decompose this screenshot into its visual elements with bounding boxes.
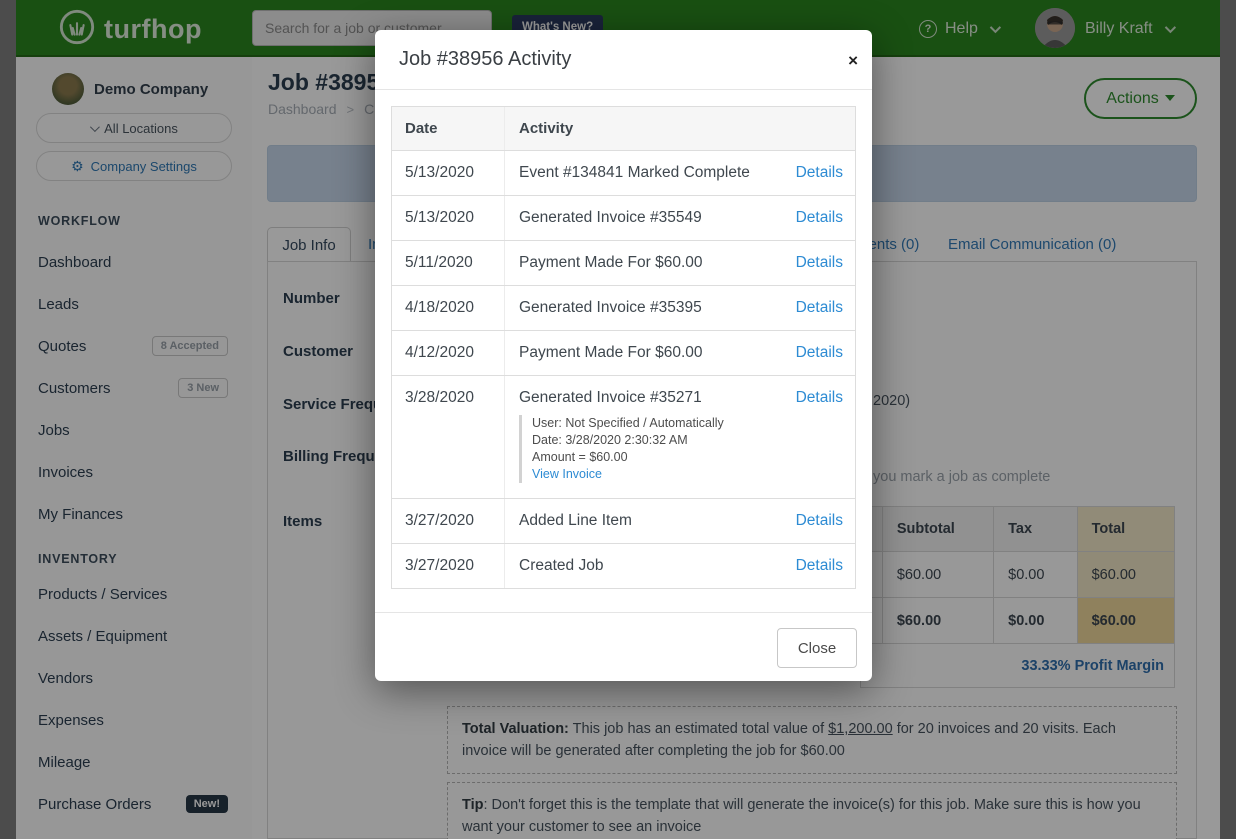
activity-row: 5/13/2020 Event #134841 Marked Complete De…	[392, 150, 855, 195]
view-invoice-link[interactable]: View Invoice	[532, 466, 843, 483]
activity-text: Event #134841 Marked Complete	[519, 164, 750, 182]
activity-table-header-row: DateActivity	[392, 107, 855, 150]
activity-line: Generated Invoice #35395 Details	[519, 299, 843, 317]
modal-footer: Close	[375, 612, 872, 681]
activity-line: Added Line Item Details	[519, 512, 843, 530]
details-link[interactable]: Details	[796, 299, 843, 317]
details-link[interactable]: Details	[796, 389, 843, 407]
activity-date: 5/11/2020	[392, 241, 505, 285]
activity-header-date: Date	[392, 107, 505, 150]
activity-date: 5/13/2020	[392, 151, 505, 195]
details-link[interactable]: Details	[796, 254, 843, 272]
activity-line: Generated Invoice #35271 Details	[519, 389, 843, 407]
close-button[interactable]: Close	[777, 628, 857, 668]
activity-row: 3/27/2020 Created Job Details	[392, 543, 855, 588]
details-link[interactable]: Details	[796, 344, 843, 362]
activity-row: 3/28/2020 Generated Invoice #35271 Details…	[392, 375, 855, 498]
activity-line: Created Job Details	[519, 557, 843, 575]
activity-text: Added Line Item	[519, 512, 632, 530]
modal-header: Job #38956 Activity ×	[375, 30, 872, 90]
activity-row: 3/27/2020 Added Line Item Details	[392, 498, 855, 543]
activity-detail-line: Date: 3/28/2020 2:30:32 AM	[532, 432, 843, 449]
activity-row: 4/12/2020 Payment Made For $60.00 Details	[392, 330, 855, 375]
activity-cell: Payment Made For $60.00 Details	[505, 241, 855, 285]
activity-details-block: User: Not Specified / AutomaticallyDate:…	[519, 415, 843, 483]
activity-row: 4/18/2020 Generated Invoice #35395 Details	[392, 285, 855, 330]
activity-line: Event #134841 Marked Complete Details	[519, 164, 843, 182]
activity-text: Generated Invoice #35395	[519, 299, 702, 317]
activity-line: Payment Made For $60.00 Details	[519, 344, 843, 362]
activity-row: 5/13/2020 Generated Invoice #35549 Details	[392, 195, 855, 240]
activity-date: 5/13/2020	[392, 196, 505, 240]
activity-detail-line: User: Not Specified / Automatically	[532, 415, 843, 432]
details-link[interactable]: Details	[796, 512, 843, 530]
activity-cell: Generated Invoice #35549 Details	[505, 196, 855, 240]
activity-text: Created Job	[519, 557, 603, 575]
activity-cell: Generated Invoice #35271 Details User: Not…	[505, 376, 855, 498]
activity-date: 4/12/2020	[392, 331, 505, 375]
details-link[interactable]: Details	[796, 209, 843, 227]
activity-text: Generated Invoice #35271	[519, 389, 702, 407]
activity-line: Generated Invoice #35549 Details	[519, 209, 843, 227]
close-icon[interactable]: ×	[848, 52, 858, 69]
activity-date: 3/27/2020	[392, 499, 505, 543]
modal-title: Job #38956 Activity	[399, 48, 571, 71]
activity-cell: Payment Made For $60.00 Details	[505, 331, 855, 375]
activity-text: Payment Made For $60.00	[519, 254, 703, 272]
activity-modal: Job #38956 Activity × DateActivity5/13/2…	[375, 30, 872, 681]
activity-header-activity: Activity	[505, 107, 855, 150]
activity-date: 3/27/2020	[392, 544, 505, 588]
activity-date: 3/28/2020	[392, 376, 505, 498]
activity-table: DateActivity5/13/2020Event #134841 Marke…	[391, 106, 856, 589]
app-root: turfhop What's New? ? Help Billy Kraft	[0, 0, 1236, 839]
activity-text: Generated Invoice #35549	[519, 209, 702, 227]
details-link[interactable]: Details	[796, 557, 843, 575]
activity-cell: Generated Invoice #35395 Details	[505, 286, 855, 330]
details-link[interactable]: Details	[796, 164, 843, 182]
activity-line: Payment Made For $60.00 Details	[519, 254, 843, 272]
activity-row: 5/11/2020 Payment Made For $60.00 Details	[392, 240, 855, 285]
activity-cell: Event #134841 Marked Complete Details	[505, 151, 855, 195]
activity-date: 4/18/2020	[392, 286, 505, 330]
activity-detail-line: Amount = $60.00	[532, 449, 843, 466]
activity-cell: Added Line Item Details	[505, 499, 855, 543]
activity-cell: Created Job Details	[505, 544, 855, 588]
activity-text: Payment Made For $60.00	[519, 344, 703, 362]
